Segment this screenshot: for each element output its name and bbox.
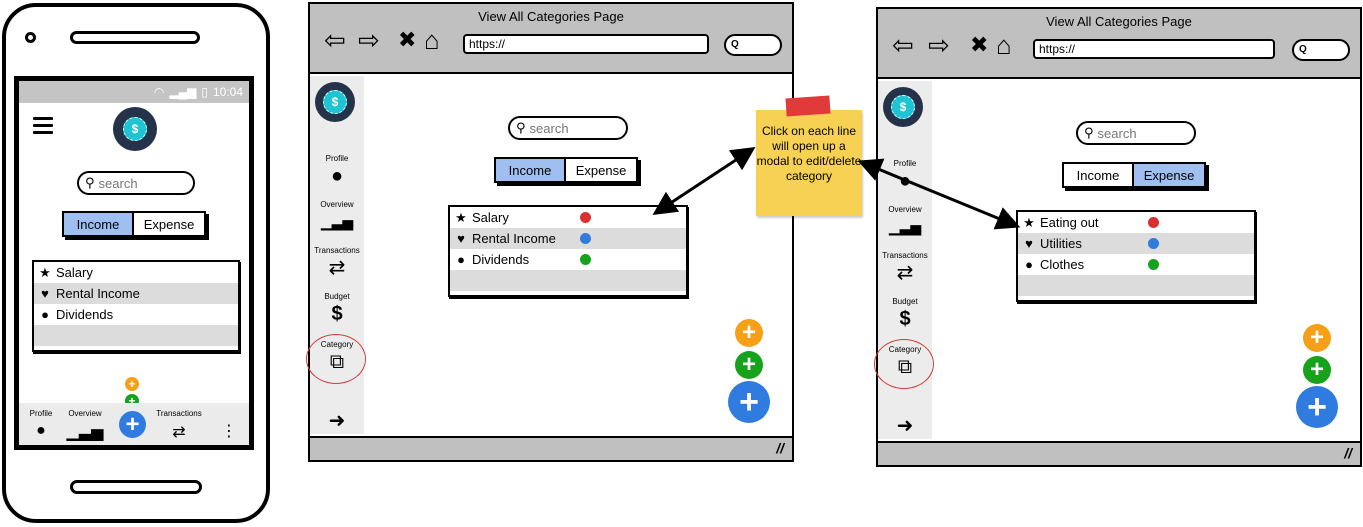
- arrow-to-expense-list: [857, 158, 1021, 230]
- arrow-to-income-list: [652, 147, 756, 215]
- annotation-arrows: [652, 147, 1021, 230]
